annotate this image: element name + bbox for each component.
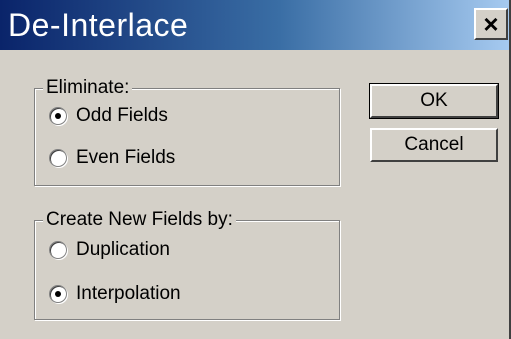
create-new-fields-group: Create New Fields by: Duplication Interp… (34, 209, 340, 320)
odd-fields-label[interactable]: Odd Fields (76, 105, 168, 127)
selected-dot-icon (55, 113, 61, 119)
duplication-radio-icon[interactable] (49, 241, 67, 259)
selected-dot-icon (55, 291, 61, 297)
radio-odd-fields[interactable]: Odd Fields (49, 103, 168, 129)
radio-interpolation[interactable]: Interpolation (49, 281, 181, 307)
create-new-fields-group-label: Create New Fields by: (43, 209, 236, 231)
even-fields-radio-icon[interactable] (49, 149, 67, 167)
close-button[interactable]: × (474, 8, 508, 40)
duplication-label[interactable]: Duplication (76, 239, 170, 261)
radio-duplication[interactable]: Duplication (49, 237, 170, 263)
interpolation-label[interactable]: Interpolation (76, 283, 181, 305)
close-icon: × (483, 9, 499, 39)
window-title: De-Interlace (8, 7, 189, 43)
interpolation-radio-icon[interactable] (49, 285, 67, 303)
de-interlace-dialog: De-Interlace × Eliminate: Odd Fields Eve… (0, 0, 511, 339)
radio-even-fields[interactable]: Even Fields (49, 145, 175, 171)
cancel-button[interactable]: Cancel (370, 128, 498, 162)
odd-fields-radio-icon[interactable] (49, 107, 67, 125)
ok-button[interactable]: OK (369, 83, 499, 119)
even-fields-label[interactable]: Even Fields (76, 147, 175, 169)
title-bar[interactable]: De-Interlace × (0, 0, 509, 50)
eliminate-group-label: Eliminate: (43, 77, 133, 99)
eliminate-group: Eliminate: Odd Fields Even Fields (34, 77, 340, 186)
